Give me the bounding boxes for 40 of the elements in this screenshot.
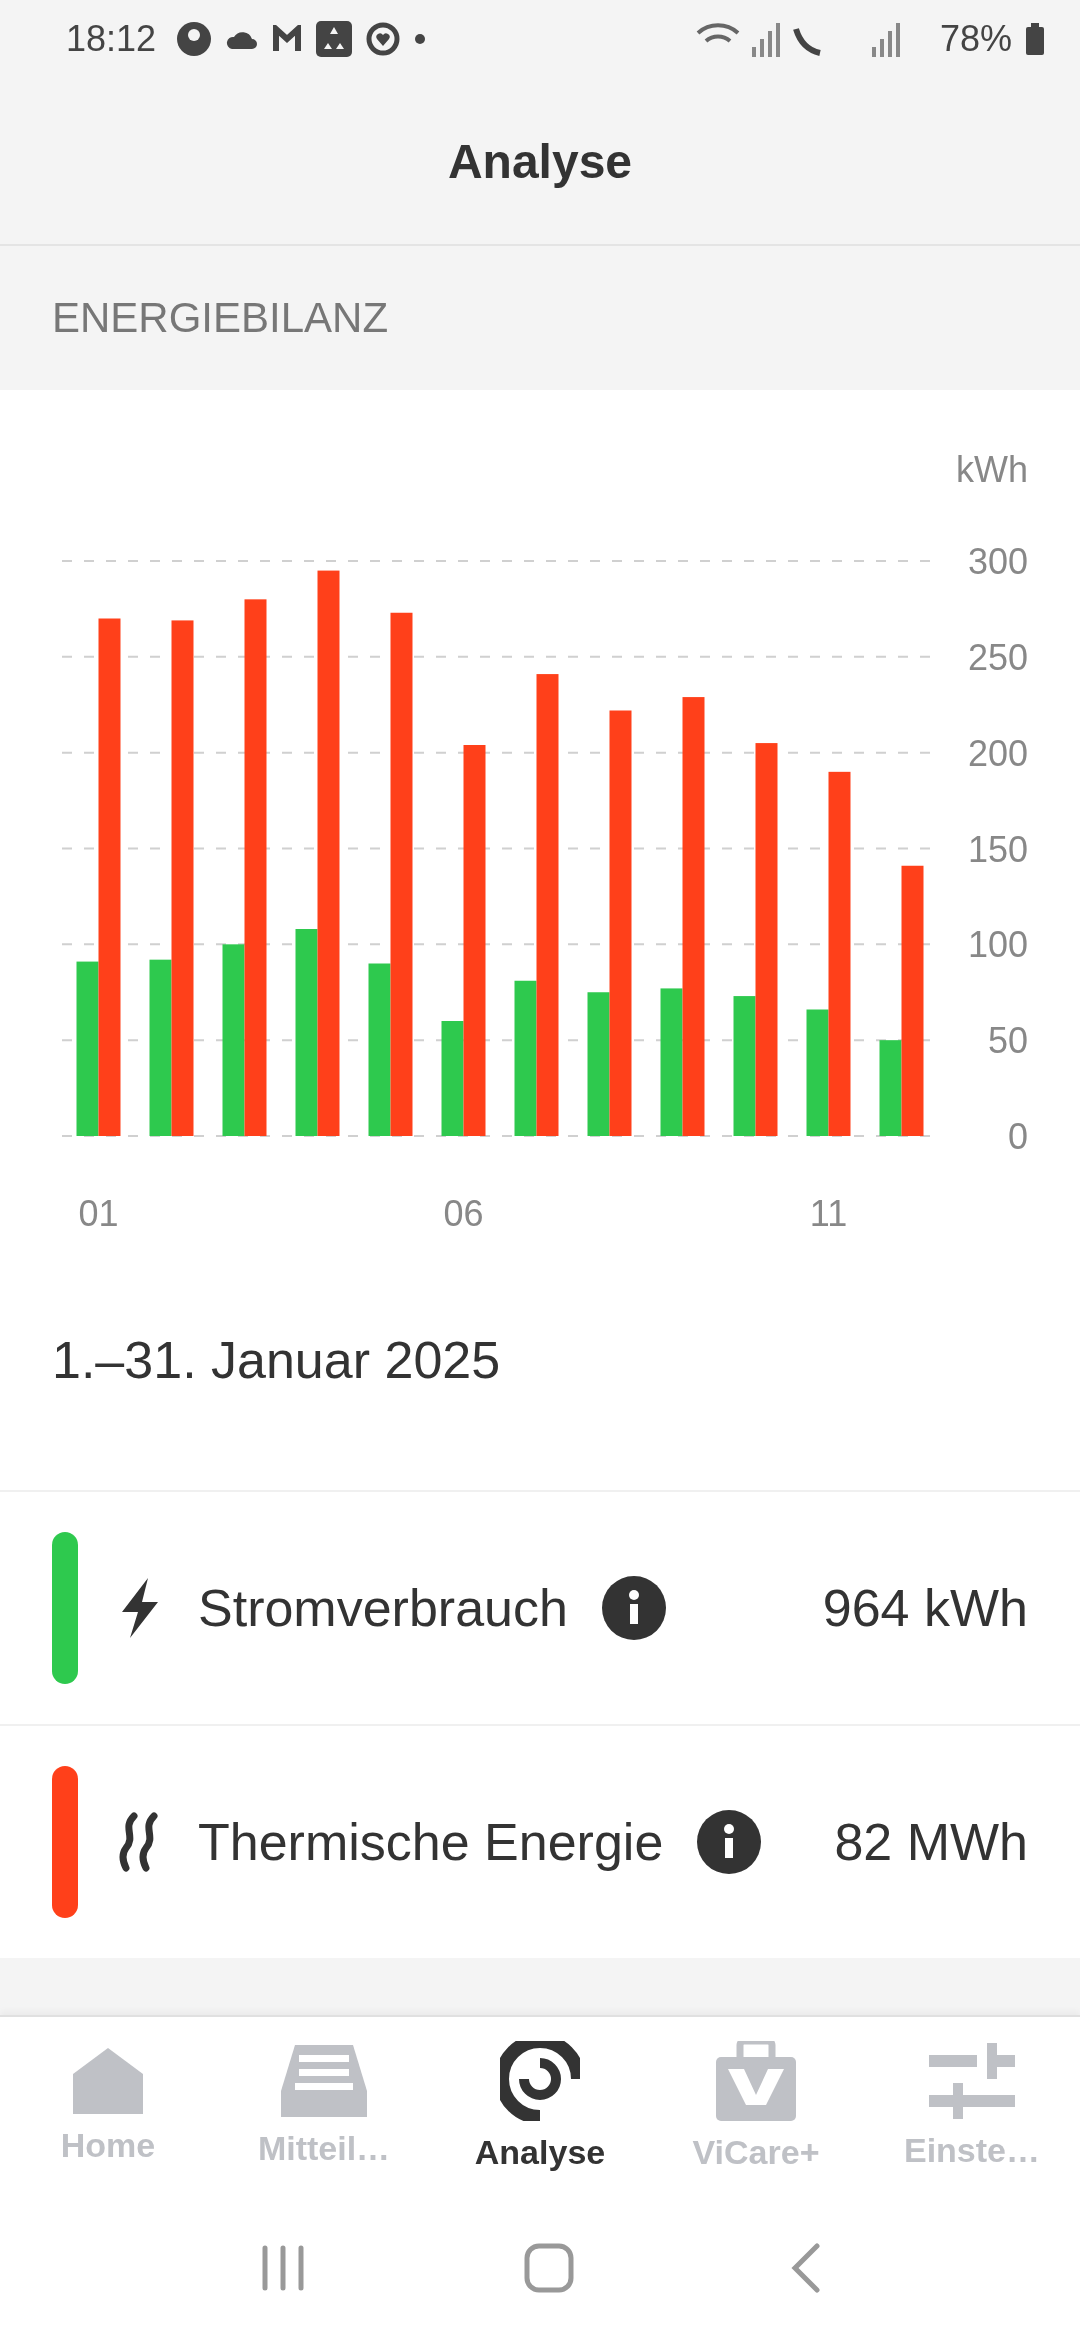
- home-icon: [73, 2048, 143, 2115]
- battery-level: 78%: [939, 18, 1012, 61]
- section-title: ENERGIEBILANZ: [52, 293, 389, 342]
- axis-label: 200: [967, 732, 1028, 774]
- metric-label: Thermische Energie: [198, 1811, 664, 1872]
- axis-label: 06: [443, 1192, 484, 1234]
- axis-label: 50: [987, 1020, 1028, 1061]
- dot-icon: [414, 33, 427, 46]
- app-icon: [316, 21, 353, 58]
- axis-label: 100: [967, 924, 1028, 966]
- sliders-icon: [929, 2043, 1015, 2120]
- axis-label: 300: [967, 540, 1028, 582]
- nav-tab[interactable]: Analyse: [432, 2017, 648, 2196]
- axis-label: 150: [967, 828, 1028, 870]
- metric-value: 964 kWh: [822, 1577, 1028, 1638]
- briefcase-icon: [716, 2041, 796, 2122]
- axis-label: 01: [78, 1192, 119, 1234]
- home-icon[interactable]: [524, 2243, 574, 2293]
- info-icon[interactable]: [697, 1809, 762, 1874]
- inbox-icon: [281, 2045, 367, 2118]
- back-icon[interactable]: [791, 2243, 822, 2293]
- account-icon: [176, 21, 213, 58]
- mail-icon: [272, 25, 303, 54]
- metric-value: 82 MWh: [834, 1811, 1028, 1872]
- analysis-icon: [500, 2041, 580, 2122]
- nav-tab[interactable]: Home: [0, 2017, 216, 2196]
- axis-label: 11: [809, 1192, 848, 1234]
- axis-label: 0: [1007, 1115, 1028, 1157]
- info-icon[interactable]: [601, 1575, 666, 1640]
- axis-label: 250: [967, 636, 1028, 678]
- axis-unit: kWh: [956, 448, 1028, 490]
- nav-tab[interactable]: Einste…: [864, 2017, 1080, 2196]
- metric-label: Stromverbrauch: [198, 1577, 568, 1638]
- heart-ring-icon: [366, 22, 401, 57]
- status-time: 18:12: [66, 18, 157, 61]
- screen-title: Analyse: [447, 133, 633, 189]
- battery-icon: [1026, 23, 1044, 56]
- nav-tab[interactable]: ViCare+: [648, 2017, 864, 2196]
- period-label: 1.–31. Januar 2025: [51, 1329, 502, 1391]
- nav-tab[interactable]: Mitteil…: [216, 2017, 432, 2196]
